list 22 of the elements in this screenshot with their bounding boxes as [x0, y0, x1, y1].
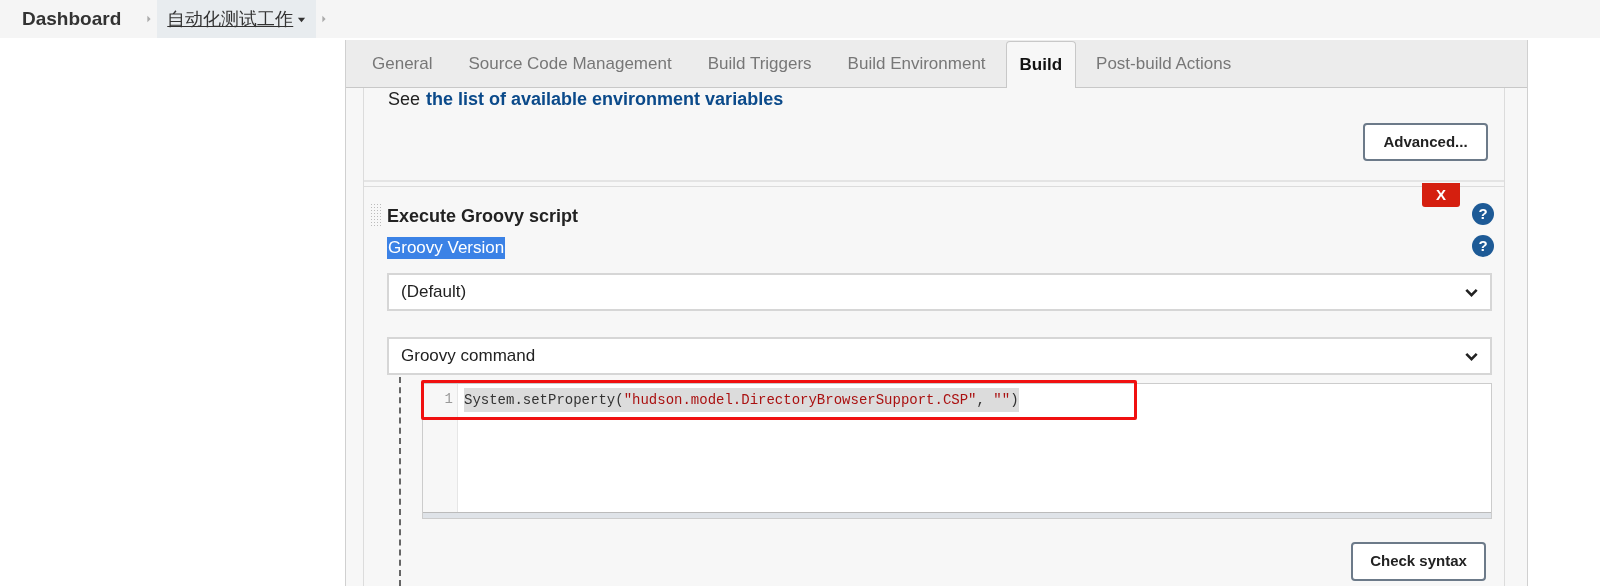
code-editor[interactable]: 1 System.setProperty("hudson.model.DirectoryBrowserSupport.CSP", ""): [422, 383, 1492, 519]
tab[interactable]: Source Code Management: [452, 41, 688, 87]
select-field[interactable]: (Default): [387, 273, 1492, 311]
delete-button[interactable]: X: [1422, 183, 1460, 207]
breadcrumb-item[interactable]: 自动化测试工作: [157, 0, 317, 38]
note-text: See: [388, 89, 421, 109]
advanced-button[interactable]: Advanced...: [1363, 123, 1488, 161]
step-title: Execute Groovy script: [387, 205, 579, 228]
check-syntax-button[interactable]: Check syntax: [1351, 542, 1486, 581]
field-label: Groovy Version: [387, 237, 506, 259]
tab[interactable]: Post-build Actions: [1080, 41, 1248, 87]
tab[interactable]: Build Triggers: [691, 41, 828, 87]
help-button[interactable]: ?: [1472, 203, 1494, 225]
tab[interactable]: Build: [1005, 41, 1077, 88]
help-button[interactable]: ?: [1472, 235, 1494, 257]
line-number: 1: [443, 390, 454, 409]
environment-variables-link[interactable]: the list of available environment variables: [426, 89, 784, 109]
select-field[interactable]: Groovy command: [387, 337, 1492, 375]
resize-handle[interactable]: [423, 512, 1491, 518]
tab[interactable]: General: [356, 41, 449, 87]
breadcrumb-link[interactable]: Dashboard: [0, 0, 142, 38]
tab[interactable]: Build Environment: [831, 41, 1002, 87]
